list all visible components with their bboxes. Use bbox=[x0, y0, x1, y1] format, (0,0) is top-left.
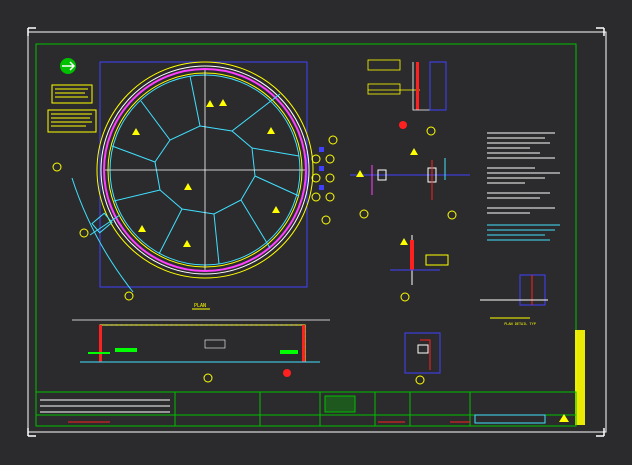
north-arrow-icon bbox=[60, 58, 76, 74]
cad-drawing-canvas: PLAN PLAN DETAIL TYP bbox=[0, 0, 632, 465]
wall-right bbox=[302, 325, 305, 362]
plan-view-label: PLAN bbox=[194, 303, 206, 309]
wall-left bbox=[99, 325, 102, 362]
detail-plan-label: PLAN DETAIL TYP bbox=[504, 322, 536, 326]
